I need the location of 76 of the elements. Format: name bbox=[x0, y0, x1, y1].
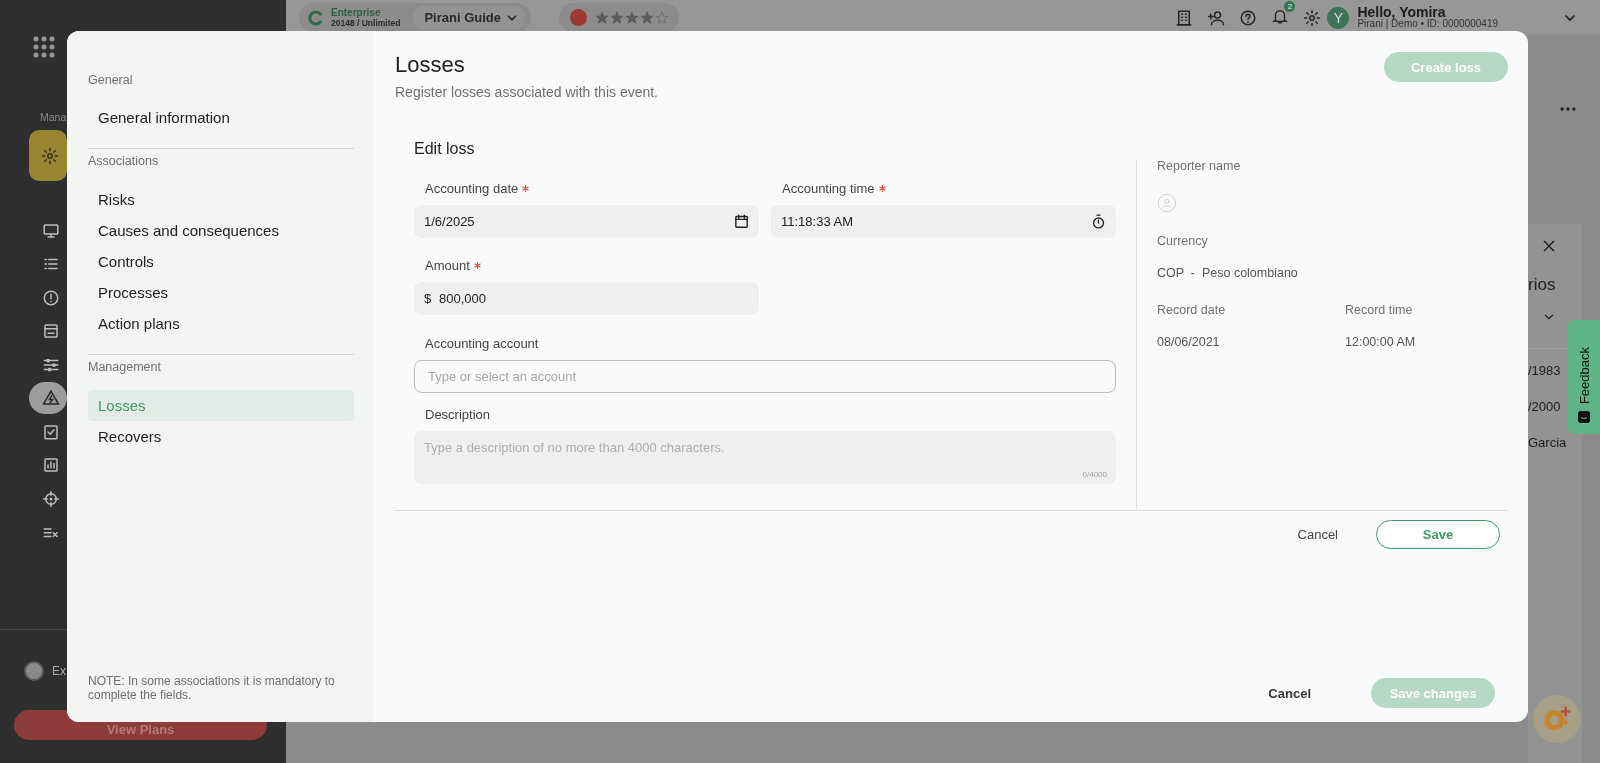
info-label: Record date bbox=[1157, 303, 1227, 318]
info-value: 12:00:00 AM bbox=[1345, 335, 1417, 350]
nav-link[interactable]: General information bbox=[88, 102, 354, 133]
user-avatar[interactable]: Y bbox=[1327, 6, 1350, 29]
module-tile[interactable] bbox=[29, 130, 67, 181]
guide-dropdown[interactable]: Pirani Guide bbox=[412, 6, 525, 29]
table-cell-text: /2000 bbox=[1528, 399, 1562, 415]
nav-link[interactable]: Risks bbox=[88, 184, 354, 215]
explore-label[interactable]: Ex bbox=[52, 664, 66, 678]
nav-link[interactable]: Recovers bbox=[88, 421, 354, 452]
card-title: rios bbox=[1528, 275, 1557, 295]
nav-item[interactable] bbox=[29, 382, 67, 415]
field-label: Description bbox=[425, 407, 491, 422]
smile-icon bbox=[1577, 410, 1591, 424]
field-label: Accounting date bbox=[425, 181, 519, 196]
modal-title: Losses bbox=[395, 52, 466, 78]
field-label: Amount bbox=[425, 258, 470, 273]
table-cell-text: /1983 bbox=[1528, 363, 1562, 379]
warning-icon bbox=[42, 389, 60, 408]
account-field[interactable]: Type or select an account bbox=[414, 360, 1116, 393]
close-icon[interactable] bbox=[1541, 238, 1557, 254]
field-label: Accounting time bbox=[782, 181, 875, 196]
chart-icon bbox=[42, 456, 60, 475]
table-cell-text: Garcia bbox=[1528, 435, 1568, 451]
calendar-icon[interactable] bbox=[733, 213, 750, 230]
checklist-icon bbox=[42, 422, 60, 441]
nav-link[interactable]: Causes and consequences bbox=[88, 215, 354, 246]
gear-icon bbox=[41, 146, 59, 165]
archive-icon bbox=[42, 322, 60, 341]
cancel-button[interactable]: Cancel bbox=[1260, 679, 1319, 707]
section-heading: Associations bbox=[88, 154, 160, 169]
settings-icon[interactable] bbox=[1303, 8, 1322, 27]
note-text: NOTE: In some associations it is mandatory to complete the fields. bbox=[88, 674, 336, 702]
info-label: Currency bbox=[1157, 234, 1209, 249]
section-heading: General bbox=[88, 73, 134, 88]
save-button[interactable]: Save bbox=[1376, 520, 1500, 549]
help-icon[interactable] bbox=[1239, 8, 1258, 27]
field-label: Accounting account bbox=[425, 336, 539, 351]
char-counter: 0/4000 bbox=[1082, 470, 1107, 479]
ring-logo-icon bbox=[307, 8, 325, 27]
alert-icon bbox=[42, 288, 60, 307]
plan-name: Enterprise bbox=[331, 6, 382, 18]
info-value: COP - Peso colombiano bbox=[1157, 266, 1299, 281]
star-icon bbox=[610, 10, 624, 25]
account-info: Pirani | Demo • ID: 0000000419 bbox=[1357, 17, 1498, 30]
currency-symbol: $ bbox=[424, 291, 432, 306]
explore-icon[interactable] bbox=[24, 661, 44, 681]
nav-link[interactable]: Processes bbox=[88, 277, 354, 308]
plan-usage: 20148 / Unlimited bbox=[331, 17, 401, 29]
info-value: 08/06/2021 bbox=[1157, 335, 1221, 350]
monitor-icon bbox=[42, 221, 60, 240]
time-field[interactable]: 11:18:33 AM bbox=[771, 205, 1116, 238]
feedback-tab[interactable]: Feedback bbox=[1568, 320, 1600, 434]
logo-icon bbox=[570, 9, 587, 26]
info-label: Record time bbox=[1345, 303, 1414, 318]
cancel-button[interactable]: Cancel bbox=[1289, 521, 1346, 548]
add-user-icon[interactable] bbox=[1207, 8, 1226, 27]
building-icon[interactable] bbox=[1175, 8, 1194, 27]
section-label: Mana bbox=[40, 111, 67, 124]
timer-icon[interactable] bbox=[1090, 213, 1107, 230]
date-field[interactable]: 1/6/2025 bbox=[414, 205, 759, 238]
star-icon bbox=[595, 10, 609, 25]
notification-badge: 2 bbox=[1284, 0, 1296, 12]
star-icon bbox=[640, 10, 654, 25]
nav-link[interactable]: Action plans bbox=[88, 308, 354, 339]
form-title: Edit loss bbox=[414, 139, 476, 159]
section-heading: Management bbox=[88, 360, 162, 375]
modal-subtitle: Register losses associated with this event. bbox=[395, 84, 659, 100]
avatar-icon bbox=[1157, 193, 1177, 213]
info-label: Reporter name bbox=[1157, 159, 1242, 174]
nav-link[interactable]: Controls bbox=[88, 246, 354, 277]
greeting: Hello, Yomira bbox=[1357, 5, 1446, 18]
apps-icon[interactable] bbox=[32, 35, 56, 59]
star-icon bbox=[655, 10, 669, 25]
target-icon bbox=[42, 489, 60, 508]
star-icon bbox=[625, 10, 639, 25]
